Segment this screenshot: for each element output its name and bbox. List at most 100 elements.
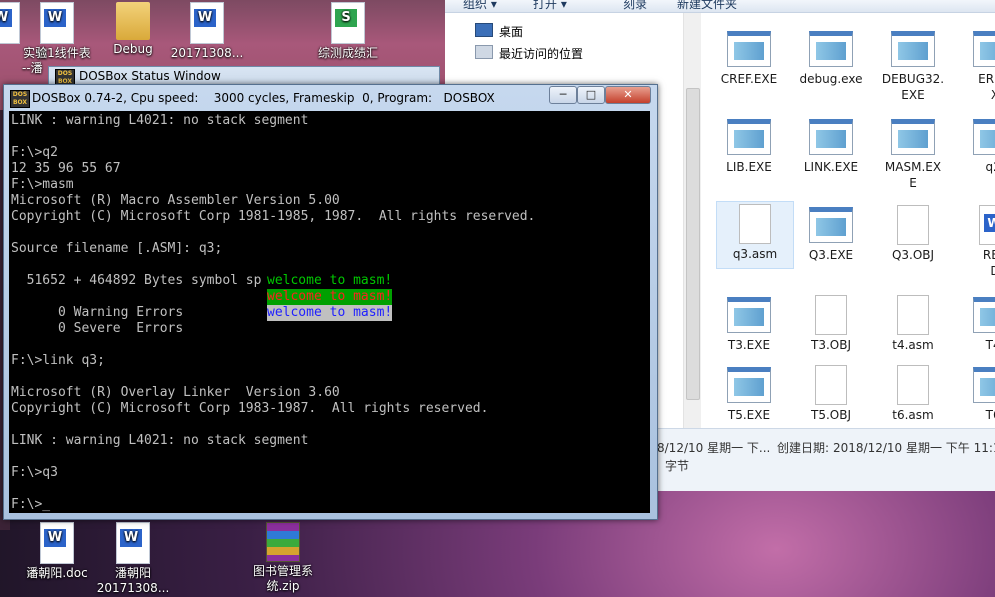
file-item[interactable]: T5.OBJ	[793, 363, 869, 423]
status-window-title: DOSBox Status Window	[79, 69, 221, 83]
desktop-icon	[475, 23, 493, 37]
desktop-icon-item[interactable]: S 综测成绩汇	[303, 2, 393, 61]
file-name: t4.asm	[892, 338, 934, 352]
file-name: CREF.EXE	[720, 72, 778, 86]
desktop-icon-item[interactable]: W 潘朝阳 20171308...	[88, 522, 178, 596]
file-item[interactable]: Q3.OBJ	[875, 203, 951, 263]
file-item[interactable]: ERRO X	[957, 27, 995, 103]
file-item[interactable]: debug.exe	[793, 27, 869, 87]
asm-file-icon	[739, 204, 771, 244]
dosbox-icon: DOS BOX	[10, 90, 30, 108]
console-line: 0 Warning Errors	[11, 305, 184, 320]
exe-file-icon	[727, 367, 771, 403]
console-line: LINK : warning L4021: no stack segment	[11, 433, 309, 448]
organize-button[interactable]: 组织 ▾	[463, 0, 497, 12]
file-item[interactable]: REA D	[957, 203, 995, 279]
file-name: ERRO X	[978, 72, 995, 102]
exe-file-icon	[809, 119, 853, 155]
file-item[interactable]: t4.asm	[875, 293, 951, 353]
exe-file-icon	[809, 207, 853, 243]
console-line: 0 Severe Errors	[11, 321, 184, 336]
exe-file-icon	[973, 297, 995, 333]
burn-button[interactable]: 刻录	[623, 0, 647, 12]
close-button[interactable]: ✕	[605, 86, 651, 104]
file-name: t6.asm	[892, 408, 934, 422]
dosbox-window[interactable]: DOS BOX DOSBox 0.74-2, Cpu speed: 3000 cy…	[3, 84, 658, 520]
dosbox-title: DOSBox 0.74-2, Cpu speed: 3000 cycles, F…	[32, 91, 495, 105]
nav-item-recent[interactable]: 最近访问的位置	[475, 45, 583, 62]
welcome-text-blue-on-gray: welcome to masm!	[267, 305, 393, 321]
file-name: debug.exe	[799, 72, 863, 86]
file-item[interactable]: t6.asm	[875, 363, 951, 423]
new-folder-button[interactable]: 新建文件夹	[677, 0, 737, 12]
scrollbar-thumb[interactable]	[686, 88, 700, 400]
word-doc-icon: W	[190, 2, 224, 44]
desktop-icon-label: 图书管理系	[252, 564, 313, 578]
desktop-icon-label: 综测成绩汇	[317, 46, 378, 60]
minimize-button[interactable]: ─	[549, 86, 577, 104]
console-prompt: F:\>_	[11, 497, 51, 512]
desktop-icon-label: 20171308...	[170, 46, 244, 60]
desktop-icon-item[interactable]: W 20171308...	[162, 2, 252, 61]
file-name: q3.asm	[732, 247, 778, 261]
file-name: LIB.EXE	[726, 160, 772, 174]
explorer-toolbar: 组织 ▾ 打开 ▾ 刻录 新建文件夹	[445, 0, 995, 13]
nav-item-label: 最近访问的位置	[499, 47, 584, 61]
file-name: Q3.OBJ	[891, 248, 935, 262]
maximize-button[interactable]: □	[577, 86, 605, 104]
desktop-icon-label: 潘朝阳	[114, 566, 151, 580]
desktop-icon-label: 统.zip	[266, 579, 300, 593]
file-item[interactable]: T3.EXE	[711, 293, 787, 353]
word-doc-icon: W	[40, 2, 74, 44]
console-line: Source filename [.ASM]: q3;	[11, 241, 223, 256]
asm-file-icon	[897, 295, 929, 335]
exe-file-icon	[973, 367, 995, 403]
console-line: Copyright (C) Microsoft Corp 1983-1987. …	[11, 401, 489, 416]
nav-pane-scrollbar[interactable]	[683, 13, 701, 428]
file-item[interactable]: CREF.EXE	[711, 27, 787, 87]
file-name: Q3.EXE	[808, 248, 854, 262]
asm-file-icon	[897, 365, 929, 405]
exe-file-icon	[973, 31, 995, 67]
console-line: Microsoft (R) Macro Assembler Version 5.…	[11, 193, 340, 208]
winrar-archive-icon	[266, 522, 300, 562]
console-line: Microsoft (R) Overlay Linker Version 3.6…	[11, 385, 340, 400]
file-item-selected[interactable]: q3.asm	[716, 201, 794, 269]
file-name: MASM.EX E	[884, 160, 942, 190]
file-name: LINK.EXE	[803, 160, 859, 174]
exe-file-icon	[809, 31, 853, 67]
file-item[interactable]: T5.EXE	[711, 363, 787, 423]
console-line: F:\>masm	[11, 177, 74, 192]
open-button[interactable]: 打开 ▾	[533, 0, 567, 12]
nav-item-desktop[interactable]: 桌面	[475, 23, 523, 40]
file-name: T4.	[985, 338, 995, 352]
file-item[interactable]: T3.OBJ	[793, 293, 869, 353]
word-doc-icon	[979, 205, 995, 245]
console-line: F:\>link q3;	[11, 353, 105, 368]
desktop-icon-item[interactable]: 图书管理系 统.zip	[238, 522, 328, 594]
exe-file-icon	[727, 119, 771, 155]
file-item[interactable]: LIB.EXE	[711, 115, 787, 175]
file-name: T6.	[985, 408, 995, 422]
word-doc-icon: W	[116, 522, 150, 564]
file-item[interactable]: q2.	[957, 115, 995, 175]
obj-file-icon	[815, 295, 847, 335]
file-name: T3.OBJ	[811, 338, 851, 352]
obj-file-icon	[897, 205, 929, 245]
exe-file-icon	[973, 119, 995, 155]
file-item[interactable]: Q3.EXE	[793, 203, 869, 263]
obj-file-icon	[815, 365, 847, 405]
welcome-text-red-on-green: welcome to masm!	[267, 289, 393, 305]
file-item[interactable]: LINK.EXE	[793, 115, 869, 175]
exe-file-icon	[891, 119, 935, 155]
desktop-icon-label: 20171308...	[96, 581, 170, 595]
file-item[interactable]: DEBUG32. EXE	[875, 27, 951, 103]
file-item[interactable]: T6.	[957, 363, 995, 423]
nav-item-label: 桌面	[499, 25, 524, 39]
file-item[interactable]: T4.	[957, 293, 995, 353]
console-line: 51652 + 464892 Bytes symbol sp	[11, 273, 262, 288]
file-item[interactable]: MASM.EX E	[875, 115, 951, 191]
dos-console[interactable]: LINK : warning L4021: no stack segment F…	[9, 111, 650, 513]
file-name: DEBUG32. EXE	[881, 72, 945, 102]
modified-date: 8/12/10 星期一 下...	[657, 441, 771, 455]
